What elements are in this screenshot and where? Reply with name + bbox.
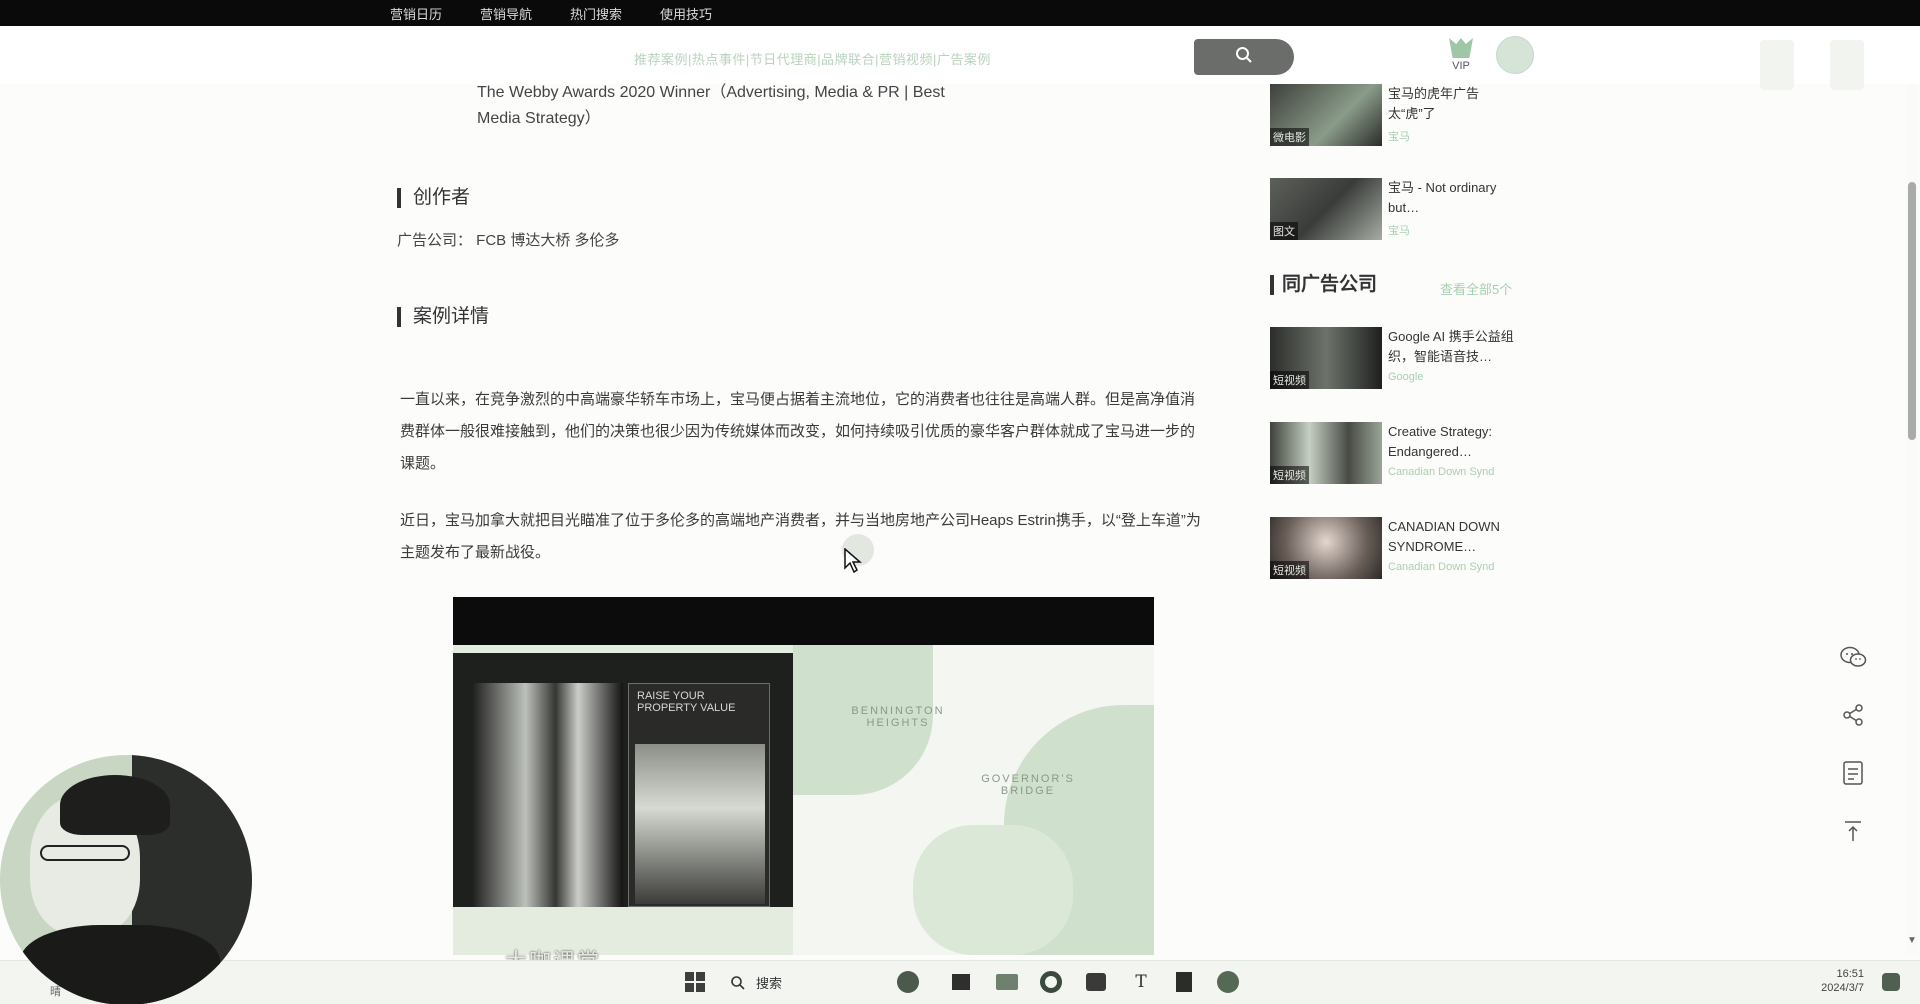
taskbar-app[interactable] — [1085, 971, 1107, 993]
notification-icon — [1882, 973, 1900, 991]
map-label-bennington: BENNINGTON HEIGHTS — [851, 705, 945, 729]
clock-date: 2024/3/7 — [1821, 982, 1864, 994]
agency-info[interactable]: 广告公司： FCB 博达大桥 多伦多 — [397, 229, 620, 250]
map-label-governors-bridge: GOVERNOR'S BRIDGE — [981, 773, 1075, 797]
text-editor-icon: T — [1135, 972, 1147, 992]
taskbar-search-label: 搜索 — [756, 976, 783, 991]
taskbar-clock[interactable]: 16:51 2024/3/7 — [1804, 967, 1864, 995]
vip-button[interactable]: VIP — [1446, 38, 1476, 72]
taskbar-app[interactable] — [1173, 971, 1195, 993]
same-agency-brand[interactable]: Google — [1388, 371, 1423, 383]
section-title-creator: 创作者 — [397, 188, 470, 208]
windows-start-icon — [685, 972, 705, 992]
taskbar-app[interactable] — [897, 971, 919, 993]
related-case-thumbnail: 图文 — [1270, 178, 1382, 240]
related-case-item[interactable]: 图文 宝马 - Not ordinary but… 宝马 — [1270, 178, 1520, 242]
mouse-pointer-icon — [844, 548, 863, 574]
related-case-tag: 微电影 — [1270, 128, 1309, 146]
decorative-mark — [1830, 40, 1864, 90]
scroll-down-arrow-icon[interactable]: ▼ — [1907, 935, 1917, 946]
see-all-link[interactable]: 查看全部5个 — [1440, 279, 1512, 298]
notes-button[interactable] — [1836, 756, 1870, 790]
windows-start-button[interactable] — [684, 971, 706, 993]
related-case-item[interactable]: 微电影 宝马的虎年广告太“虎”了 宝马 — [1270, 84, 1520, 148]
top-navigation: 营销日历 营销导航 热门搜索 使用技巧 — [0, 0, 1920, 26]
share-button[interactable] — [1836, 698, 1870, 732]
case-video-player[interactable]: RAISE YOUR PROPERTY VALUE BENNINGTON HEI… — [453, 597, 1154, 955]
section-title-case-detail: 案例详情 — [397, 307, 489, 327]
notification-button[interactable] — [1880, 971, 1902, 993]
back-to-top-icon — [1845, 821, 1861, 841]
taskbar-app[interactable] — [1040, 971, 1062, 993]
taskbar-app[interactable]: T — [1130, 971, 1152, 993]
taskbar-search-icon — [731, 975, 745, 990]
taskbar-app[interactable] — [1217, 971, 1239, 993]
nav-hot-search[interactable]: 热门搜索 — [570, 4, 622, 23]
taskbar-app[interactable] — [950, 971, 972, 993]
same-agency-item[interactable]: 短视频 Google AI 携手公益组织，智能语音技… Google — [1270, 327, 1520, 391]
folder-icon — [996, 974, 1018, 990]
search-icon — [1235, 46, 1253, 69]
related-case-tag: 图文 — [1270, 222, 1298, 240]
decorative-mark — [1760, 40, 1794, 90]
vip-label: VIP — [1452, 60, 1470, 72]
globe-icon — [897, 971, 919, 993]
article-paragraph: 近日，宝马加拿大就把目光瞄准了位于多伦多的高端地产消费者，并与当地房地产公司He… — [400, 512, 1201, 561]
same-agency-thumbnail: 短视频 — [1270, 327, 1382, 389]
related-case-thumbnail: 微电影 — [1270, 84, 1382, 146]
clock-time: 16:51 — [1836, 968, 1864, 980]
store-icon — [1086, 973, 1106, 991]
webcam-glasses — [40, 845, 130, 861]
same-agency-heading: 同广告公司 — [1270, 275, 1377, 295]
hot-search-words[interactable]: 推荐案例|热点事件|节日代理商|品牌联合|营销视频|广告案例 — [634, 49, 991, 68]
related-case-title: 宝马 - Not ordinary but… — [1388, 180, 1497, 215]
related-case-title: 宝马的虎年广告太“虎”了 — [1388, 86, 1480, 121]
nav-usage-tips[interactable]: 使用技巧 — [660, 4, 712, 23]
nav-marketing-calendar[interactable]: 营销日历 — [390, 4, 442, 23]
document-icon — [1843, 761, 1863, 785]
webcam-hair — [60, 775, 170, 835]
same-agency-thumbnail: 短视频 — [1270, 517, 1382, 579]
same-agency-title: Creative Strategy: Endangered… — [1388, 424, 1493, 459]
back-to-top-button[interactable] — [1836, 814, 1870, 848]
app-icon — [952, 974, 970, 990]
webcam-sweater — [20, 925, 220, 1004]
same-agency-tag: 短视频 — [1270, 561, 1309, 579]
notepad-icon — [1176, 972, 1192, 992]
same-agency-item[interactable]: 短视频 Creative Strategy: Endangered… Canad… — [1270, 422, 1520, 486]
related-case-brand[interactable]: 宝马 — [1388, 128, 1410, 144]
same-agency-title: CANADIAN DOWN SYNDROME… — [1388, 519, 1500, 554]
video-web-panel: RAISE YOUR PROPERTY VALUE — [453, 653, 793, 907]
wechat-icon — [1840, 646, 1867, 667]
taskbar-app[interactable] — [996, 971, 1018, 993]
wechat-share-button[interactable] — [1836, 640, 1870, 674]
record-app-icon — [1217, 971, 1239, 993]
search-button[interactable] — [1194, 39, 1294, 75]
video-map: BENNINGTON HEIGHTS GOVERNOR'S BRIDGE — [793, 645, 1154, 955]
video-blur-figure — [473, 683, 623, 907]
browser-icon — [1040, 971, 1062, 993]
video-house-image — [635, 744, 765, 904]
same-agency-thumbnail: 短视频 — [1270, 422, 1382, 484]
article-paragraph: 一直以来，在竞争激烈的中高端豪华轿车市场上，宝马便占据着主流地位，它的消费者也往… — [400, 391, 1196, 472]
same-agency-tag: 短视频 — [1270, 466, 1309, 484]
share-icon — [1843, 704, 1863, 726]
vip-gem-icon — [1449, 38, 1473, 58]
award-text: The Webby Awards 2020 Winner（Advertising… — [477, 84, 945, 127]
user-avatar[interactable] — [1496, 36, 1534, 74]
same-agency-tag: 短视频 — [1270, 371, 1309, 389]
scrollbar-thumb[interactable] — [1908, 182, 1916, 440]
nav-marketing-navigation[interactable]: 营销导航 — [480, 4, 532, 23]
same-agency-item[interactable]: 短视频 CANADIAN DOWN SYNDROME… Canadian Dow… — [1270, 517, 1520, 581]
same-agency-brand[interactable]: Canadian Down Synd — [1388, 466, 1494, 478]
webcam-overlay — [0, 755, 252, 1004]
same-agency-brand[interactable]: Canadian Down Synd — [1388, 561, 1494, 573]
video-ad-headline: RAISE YOUR PROPERTY VALUE — [637, 690, 736, 714]
map-green-area — [913, 825, 1073, 955]
taskbar-search[interactable]: 搜索 — [730, 973, 782, 992]
same-agency-title: Google AI 携手公益组织，智能语音技… — [1388, 329, 1514, 364]
video-ad-box: RAISE YOUR PROPERTY VALUE — [628, 683, 770, 907]
related-case-brand[interactable]: 宝马 — [1388, 222, 1410, 238]
